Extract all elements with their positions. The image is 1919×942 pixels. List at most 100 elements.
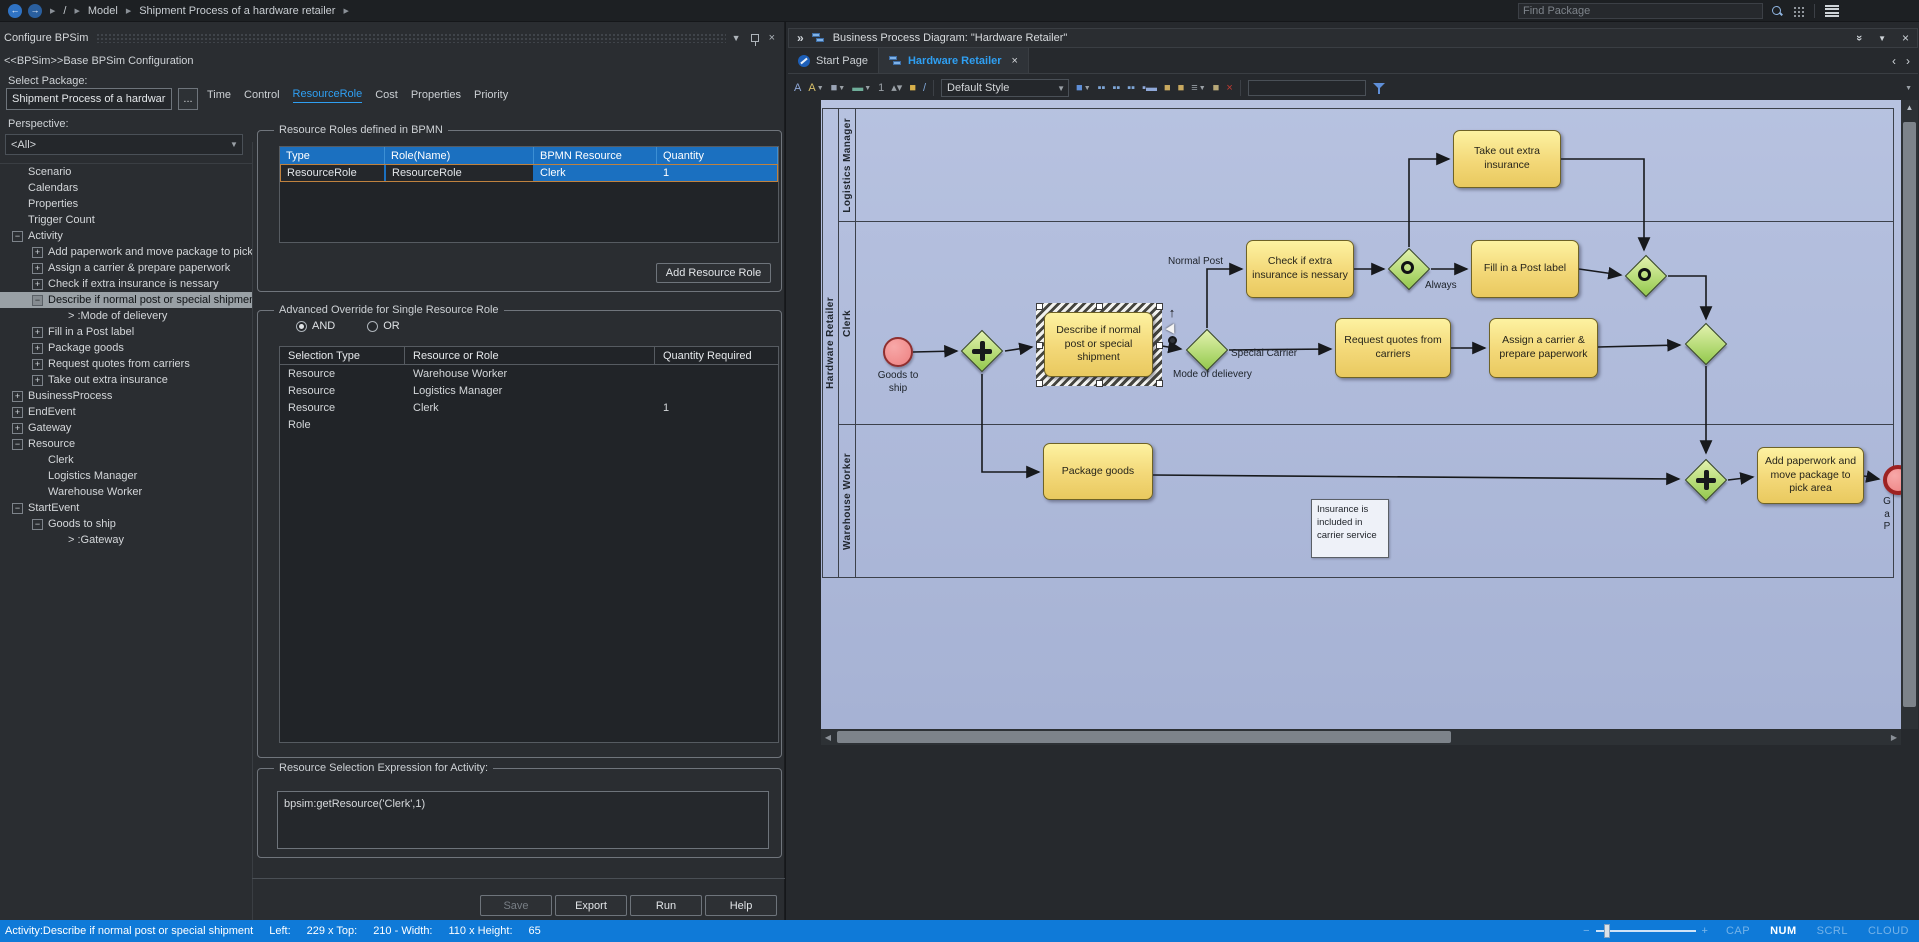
- bring-forward-icon[interactable]: ■: [1164, 83, 1171, 94]
- tree-item[interactable]: Logistics Manager: [0, 468, 252, 484]
- tab-cost[interactable]: Cost: [375, 89, 398, 103]
- gateway-exclusive[interactable]: [1691, 329, 1721, 359]
- tab-priority[interactable]: Priority: [474, 89, 508, 103]
- column-header[interactable]: Role(Name): [385, 147, 534, 164]
- tree-item[interactable]: +BusinessProcess: [0, 388, 252, 404]
- gateway-parallel[interactable]: [1691, 465, 1721, 495]
- quicklink-magnifier-icon[interactable]: [1168, 336, 1177, 345]
- selection-handle[interactable]: [1096, 380, 1103, 387]
- tree-item[interactable]: +Take out extra insurance: [0, 372, 252, 388]
- column-header[interactable]: Type: [280, 147, 385, 164]
- add-resource-role-button[interactable]: Add Resource Role: [656, 263, 771, 283]
- selection-handle[interactable]: [1036, 303, 1043, 310]
- tree-item[interactable]: Calendars: [0, 180, 252, 196]
- appearance-brush-icon[interactable]: ■▼: [1076, 83, 1091, 94]
- font-color-icon[interactable]: A▼: [808, 83, 823, 94]
- chevron-down-icon[interactable]: ▼: [1878, 34, 1886, 43]
- save-button[interactable]: Save: [480, 895, 552, 916]
- selection-handle[interactable]: [1096, 303, 1103, 310]
- bpmn-task[interactable]: Describe if normal post or special shipm…: [1044, 312, 1153, 377]
- gateway-inclusive[interactable]: [1394, 254, 1424, 284]
- tab-time[interactable]: Time: [207, 89, 231, 103]
- portals-grid-icon[interactable]: [1793, 6, 1804, 17]
- column-header[interactable]: Resource or Role: [405, 347, 655, 364]
- expand-icon[interactable]: +: [12, 407, 23, 418]
- package-field[interactable]: [6, 88, 172, 110]
- bpmn-task[interactable]: Request quotes from carriers: [1335, 318, 1451, 378]
- table-cell[interactable]: Clerk: [534, 164, 657, 182]
- find-package-input[interactable]: [1518, 3, 1763, 19]
- line-color-icon[interactable]: ▬▼: [852, 83, 871, 94]
- gateway-exclusive[interactable]: [1192, 335, 1222, 365]
- zoom-out-icon[interactable]: −: [1583, 925, 1589, 937]
- align-right-icon[interactable]: ▪▪: [1112, 83, 1120, 94]
- scroll-up-icon[interactable]: ▲: [1901, 100, 1918, 114]
- panel-dropdown-icon[interactable]: ▼: [732, 34, 741, 43]
- table-cell[interactable]: ResourceRole: [385, 164, 534, 182]
- chevron-down-icon[interactable]: ▼: [1084, 85, 1091, 92]
- tree-item[interactable]: −Resource: [0, 436, 252, 452]
- toggle-scrl[interactable]: SCRL: [1817, 925, 1848, 937]
- tree-item[interactable]: Properties: [0, 196, 252, 212]
- expand-icon[interactable]: +: [32, 375, 43, 386]
- search-icon[interactable]: [1771, 5, 1783, 17]
- tree-item[interactable]: Scenario: [0, 164, 252, 180]
- align-left-icon[interactable]: ▪▪: [1098, 83, 1106, 94]
- style-combobox[interactable]: Default Style▼: [941, 79, 1069, 97]
- bpmn-task[interactable]: Fill in a Post label: [1471, 240, 1579, 298]
- collapse-icon[interactable]: −: [12, 231, 23, 242]
- expand-icon[interactable]: +: [32, 247, 43, 258]
- tree-item[interactable]: +Gateway: [0, 420, 252, 436]
- tree-item[interactable]: −StartEvent: [0, 500, 252, 516]
- tree-item[interactable]: Warehouse Worker: [0, 484, 252, 500]
- table-row[interactable]: ResourceClerk1: [280, 399, 778, 416]
- table-cell[interactable]: 1: [657, 164, 778, 182]
- column-header[interactable]: BPMN Resource: [534, 147, 657, 164]
- collapse-icon[interactable]: −: [32, 519, 43, 530]
- same-width-icon[interactable]: ▪▬: [1142, 83, 1157, 94]
- align-top-icon[interactable]: ▪▪: [1127, 83, 1135, 94]
- column-header[interactable]: Quantity Required: [655, 347, 778, 364]
- toggle-num[interactable]: NUM: [1770, 925, 1797, 937]
- fill-color-icon[interactable]: ■▼: [831, 83, 846, 94]
- expand-icon[interactable]: +: [12, 391, 23, 402]
- line-width-stepper-icon[interactable]: ▴▾: [891, 83, 902, 94]
- filter-icon[interactable]: [1373, 82, 1385, 94]
- collapse-icon[interactable]: −: [12, 503, 23, 514]
- quicklink-cursor-icon[interactable]: [1165, 321, 1178, 334]
- tree-item[interactable]: Trigger Count: [0, 212, 252, 228]
- document-tab[interactable]: Hardware Retailer×: [879, 48, 1029, 73]
- start-event[interactable]: [883, 337, 913, 367]
- tree-item[interactable]: −Activity: [0, 228, 252, 244]
- close-tab-icon[interactable]: ×: [1012, 55, 1018, 67]
- collapse-up-icon[interactable]: »: [1853, 35, 1865, 41]
- selection-handle[interactable]: [1036, 342, 1043, 349]
- zoom-slider[interactable]: − +: [1583, 925, 1708, 937]
- vertical-scrollbar[interactable]: ▲: [1901, 100, 1918, 729]
- tree-item[interactable]: +Check if extra insurance is nessary: [0, 276, 252, 292]
- table-row[interactable]: ResourceWarehouse Worker: [280, 365, 778, 382]
- expand-icon[interactable]: +: [12, 423, 23, 434]
- column-header[interactable]: Quantity: [657, 147, 778, 164]
- expression-field[interactable]: bpsim:getResource('Clerk',1): [277, 791, 769, 849]
- bpmn-task[interactable]: Assign a carrier & prepare paperwork: [1489, 318, 1598, 378]
- selection-handle[interactable]: [1036, 380, 1043, 387]
- table-row[interactable]: Role: [280, 416, 778, 433]
- forward-icon[interactable]: →: [28, 4, 42, 18]
- tree-item[interactable]: +Fill in a Post label: [0, 324, 252, 340]
- bpmn-task[interactable]: Take out extra insurance: [1453, 130, 1561, 188]
- expand-panel-icon[interactable]: »: [797, 31, 804, 45]
- tree-item[interactable]: > :Gateway: [0, 532, 252, 548]
- send-backward-icon[interactable]: ■: [1178, 83, 1185, 94]
- delete-from-diagram-icon[interactable]: ×: [1226, 83, 1232, 94]
- tree-item[interactable]: +Assign a carrier & prepare paperwork: [0, 260, 252, 276]
- override-table[interactable]: Selection TypeResource or RoleQuantity R…: [279, 346, 779, 743]
- help-button[interactable]: Help: [705, 895, 777, 916]
- tree-item[interactable]: −Goods to ship: [0, 516, 252, 532]
- export-button[interactable]: Export: [555, 895, 627, 916]
- collapse-icon[interactable]: −: [32, 295, 43, 306]
- selection-handle[interactable]: [1156, 380, 1163, 387]
- breadcrumb-item[interactable]: Model: [88, 5, 118, 17]
- chevron-down-icon[interactable]: ▼: [1199, 85, 1206, 92]
- horizontal-scrollbar[interactable]: ◀ ▶: [821, 729, 1901, 745]
